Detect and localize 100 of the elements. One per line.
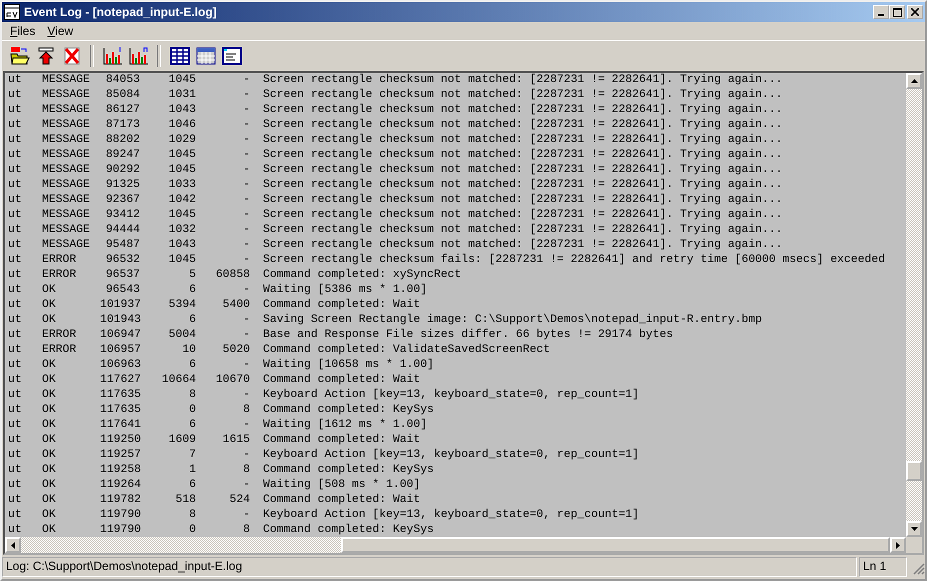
upload-icon[interactable] [36,46,56,66]
log-duration: 6 [188,283,196,298]
grid-icon[interactable] [170,47,190,65]
log-cell-text: ut [8,103,23,118]
log-time: 89247 [104,148,140,163]
log-level: OK [42,418,57,433]
log-time: 117627 [100,373,140,388]
log-time: 85084 [104,88,140,103]
scroll-thumb[interactable] [341,537,890,553]
folder-icon[interactable] [8,46,30,66]
log-time: 96537 [104,268,140,283]
log-message: Screen rectangle checksum not matched: [2287231 != 2282641]. Trying again... [262,238,782,253]
maximize-button[interactable] [889,5,905,19]
log-message: Command completed: KeySys [262,523,434,537]
window-title: Event Log - [notepad_input-E.log] [24,5,218,19]
log-duration: 1045 [168,73,196,88]
menu-item[interactable]: View [43,24,78,38]
bar-chart-icon[interactable] [102,46,124,66]
log-level: OK [42,508,57,523]
log-level: MESSAGE [42,223,91,238]
log-duration: 5004 [168,328,196,343]
log-level: OK [42,313,57,328]
scrollbar-corner [906,537,922,553]
log-cell-text: ut [8,283,23,298]
log-message: Saving Screen Rectangle image: C:\Support\Demos\notepad_input-R.entry.bmp [262,313,762,328]
log-level: OK [42,358,57,373]
log-level: MESSAGE [42,133,91,148]
log-message: Screen rectangle checksum not matched: [2287231 != 2282641]. Trying again... [262,73,782,88]
log-level: MESSAGE [42,178,91,193]
log-cell-text: ut [8,148,23,163]
log-cell-text: ut [8,253,23,268]
status-path: Log: C:\Support\Demos\notepad_input-E.log [2,557,857,577]
log-message: Screen rectangle checksum not matched: [2287231 != 2282641]. Trying again... [262,208,782,223]
scroll-up-button[interactable] [906,73,922,89]
log-duration: 0 [188,523,196,537]
log-time: 92367 [104,193,140,208]
log-duration: 1 [188,463,196,478]
log-cell-text: ut [8,328,23,343]
scroll-left-button[interactable] [5,537,21,553]
log-cell-text: ut [8,523,23,537]
log-message: Waiting [10658 ms * 1.00] [262,358,434,373]
close-icon [911,8,919,16]
log-cell-text: ut [8,403,23,418]
delete-icon[interactable] [62,46,80,66]
scroll-thumb[interactable] [906,461,922,481]
log-total: - [242,88,250,103]
log-duration: 0 [188,403,196,418]
log-message: Command completed: Wait [262,298,420,313]
log-cell-text: ut [8,133,23,148]
log-message: Waiting [5386 ms * 1.00] [262,283,428,298]
log-level: MESSAGE [42,88,91,103]
table-icon[interactable] [196,47,216,65]
bar-chart-icon[interactable] [128,46,150,66]
menu-item[interactable]: Files [6,24,40,38]
log-time: 106963 [100,358,140,373]
window-icon[interactable] [222,47,242,65]
scroll-down-button[interactable] [906,521,922,537]
log-message: Keyboard Action [key=13, keyboard_state=0, rep_count=1] [262,388,639,403]
log-message: Screen rectangle checksum not matched: [2287231 != 2282641]. Trying again... [262,178,782,193]
log-time: 117641 [100,418,140,433]
log-level: OK [42,298,57,313]
log-time: 119258 [100,463,140,478]
minimize-button[interactable] [873,5,889,19]
close-button[interactable] [907,5,923,19]
log-duration: 8 [188,388,196,403]
log-time: 87173 [104,118,140,133]
log-time: 119257 [100,448,140,463]
log-cell-text: ut [8,268,23,283]
log-duration: 1029 [168,133,196,148]
log-cell-text: ut [8,163,23,178]
log-cell-text: ut [8,463,23,478]
log-time: 96543 [104,283,140,298]
log-total: - [242,223,250,238]
log-time: 119782 [100,493,140,508]
log-duration: 1043 [168,103,196,118]
log-time: 106947 [100,328,140,343]
log-cell-text: ut [8,313,23,328]
log-message: Screen rectangle checksum not matched: [2287231 != 2282641]. Trying again... [262,118,782,133]
log-duration: 6 [188,358,196,373]
log-cell-text: ut [8,508,23,523]
log-duration: 5394 [168,298,196,313]
log-cell-text: ut [8,178,23,193]
log-level: OK [42,448,57,463]
log-total: - [242,448,250,463]
log-level: OK [42,523,57,537]
scroll-right-button[interactable] [890,537,906,553]
log-time: 119790 [100,508,140,523]
log-total: - [242,163,250,178]
up-arrow-icon [910,79,918,83]
log-total: - [242,358,250,373]
log-duration: 1043 [168,238,196,253]
log-total: 60858 [214,268,250,283]
log-message: Screen rectangle checksum not matched: [2287231 != 2282641]. Trying again... [262,223,782,238]
log-cell-text: ut [8,118,23,133]
log-message: Screen rectangle checksum not matched: [2287231 != 2282641]. Trying again... [262,193,782,208]
log-cell-text: ut [8,373,23,388]
log-total: - [242,418,250,433]
log-level: MESSAGE [42,208,91,223]
log-duration: 6 [188,313,196,328]
log-message: Keyboard Action [key=13, keyboard_state=0, rep_count=1] [262,448,639,463]
